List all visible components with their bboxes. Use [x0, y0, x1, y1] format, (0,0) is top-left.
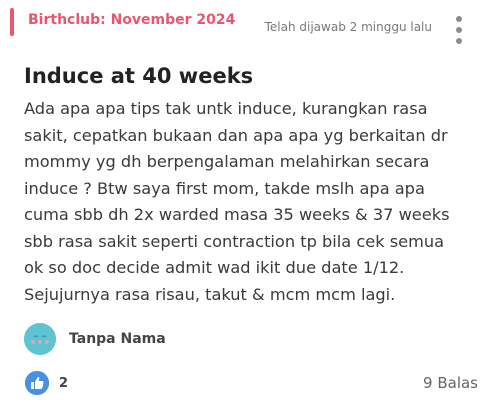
kebab-dot [456, 16, 462, 22]
post-body-line: induce ? Btw saya first mom, takde mslh … [24, 178, 425, 198]
post-body-line: mommy yg dh berpengalaman melahirkan sec… [24, 152, 430, 171]
post-body-line: cuma sbb dh 2x warded masa 35 weeks & 37… [24, 205, 450, 224]
birthclub-link[interactable]: Birthclub: November 2024 [28, 12, 235, 28]
more-options-icon[interactable] [452, 16, 466, 48]
post-body-line: sbb rasa sakit seperti contraction tp bi… [24, 231, 445, 251]
kebab-dot [456, 27, 462, 33]
replies-link[interactable]: 9 Balas [423, 374, 478, 392]
post-title: Induce at 40 weeks [24, 64, 254, 88]
post-body-line: Ada apa apa tips tak untk induce, kurang… [24, 99, 428, 118]
like-count: 2 [59, 376, 69, 391]
group-accent-bar [10, 8, 14, 36]
post-body-line: ok so doc decide admit wad ikit due date… [24, 258, 405, 277]
author-name[interactable]: Tanpa Nama [69, 331, 166, 347]
anonymous-avatar-icon[interactable] [24, 323, 56, 355]
post-body-line: Sejujurnya rasa risau, takut & mcm mcm l… [24, 284, 396, 304]
post-body: Ada apa apa tips tak untk induce, kurang… [24, 96, 496, 308]
thumbs-up-icon[interactable] [25, 371, 49, 395]
post-body-line: sakit, cepatkan bukaan dan apa apa yg be… [24, 125, 448, 145]
answered-timestamp: Telah dijawab 2 minggu lalu [264, 20, 432, 34]
kebab-dot [456, 38, 462, 44]
